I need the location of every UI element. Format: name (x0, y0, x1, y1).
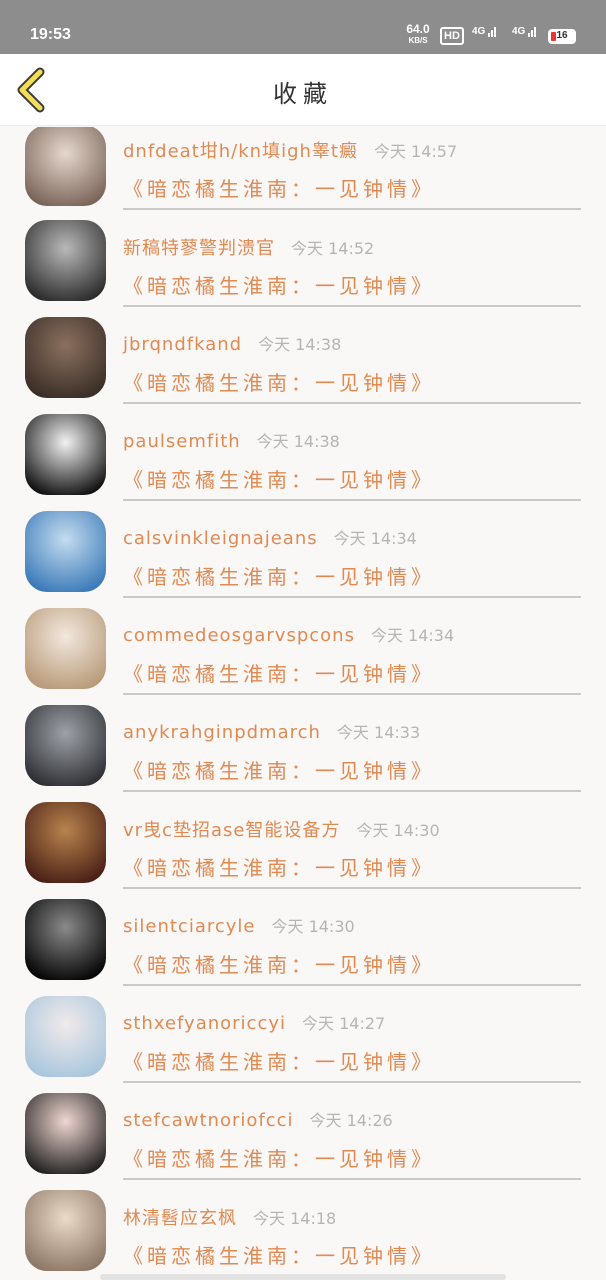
username: anykrahginpdmarch (123, 722, 321, 743)
username: 林清髫应玄枫 (123, 1208, 237, 1229)
avatar (25, 1190, 106, 1271)
book-title: 《暗恋橘生淮南：一见钟情》 (123, 177, 435, 201)
list-item[interactable]: silentciarcyle 今天 14:30 《暗恋橘生淮南：一见钟情》 (0, 899, 606, 998)
timestamp: 今天 14:38 (256, 432, 340, 451)
username: commedeosgarvspcons (123, 625, 355, 646)
username: jbrqndfkand (123, 334, 243, 355)
battery-level: 16 (556, 30, 568, 41)
timestamp: 今天 14:34 (333, 529, 417, 548)
battery-icon: 16 (548, 29, 576, 44)
avatar (25, 899, 106, 980)
scroll-indicator (100, 1274, 506, 1280)
item-meta: stefcawtnoriofcci 今天 14:26 (123, 1107, 393, 1131)
list-item[interactable]: 林清髫应玄枫 今天 14:18 《暗恋橘生淮南：一见钟情》 (0, 1190, 606, 1280)
divider (123, 693, 581, 695)
timestamp: 今天 14:38 (258, 335, 342, 354)
list-item[interactable]: commedeosgarvspcons 今天 14:34 《暗恋橘生淮南：一见钟情… (0, 608, 606, 707)
username: dnfdeat坩h/kn填igh睾t癜 (123, 141, 358, 162)
avatar (25, 996, 106, 1077)
item-meta: vr曳c垫招ase智能设备方 今天 14:30 (123, 816, 440, 842)
book-title: 《暗恋橘生淮南：一见钟情》 (123, 565, 435, 589)
avatar (25, 608, 106, 689)
divider (123, 499, 581, 501)
timestamp: 今天 14:27 (302, 1014, 386, 1033)
status-bar: 19:53 64.0 KB/S HD 4G 4G 16 (0, 0, 606, 54)
item-meta: commedeosgarvspcons 今天 14:34 (123, 622, 454, 646)
item-meta: paulsemfith 今天 14:38 (123, 428, 340, 452)
avatar (25, 1093, 106, 1174)
divider (123, 887, 581, 889)
username: silentciarcyle (123, 916, 256, 937)
book-title: 《暗恋橘生淮南：一见钟情》 (123, 1147, 435, 1171)
avatar (25, 414, 106, 495)
divider (123, 1178, 581, 1180)
timestamp: 今天 14:33 (336, 723, 421, 742)
signal-4g-2-label: 4G (512, 26, 526, 37)
page-title: 收藏 (273, 80, 333, 108)
avatar (25, 220, 106, 301)
book-title: 《暗恋橘生淮南：一见钟情》 (123, 1244, 435, 1268)
list-item[interactable]: anykrahginpdmarch 今天 14:33 《暗恋橘生淮南：一见钟情》 (0, 705, 606, 804)
book-title: 《暗恋橘生淮南：一见钟情》 (123, 856, 435, 880)
divider (123, 984, 581, 986)
divider (123, 402, 581, 404)
book-title: 《暗恋橘生淮南：一见钟情》 (123, 759, 435, 783)
avatar (25, 705, 106, 786)
signal-4g-icon: 4G (472, 25, 498, 37)
hd-badge: HD (440, 27, 464, 45)
divider (123, 790, 581, 792)
item-meta: 林清髫应玄枫 今天 14:18 (123, 1204, 336, 1230)
item-meta: silentciarcyle 今天 14:30 (123, 913, 355, 937)
list-item[interactable]: calsvinkleignajeans 今天 14:34 《暗恋橘生淮南：一见钟情… (0, 511, 606, 610)
list-item[interactable]: sthxefyanoriccyi 今天 14:27 《暗恋橘生淮南：一见钟情》 (0, 996, 606, 1095)
item-meta: jbrqndfkand 今天 14:38 (123, 331, 341, 355)
username: sthxefyanoriccyi (123, 1013, 286, 1034)
username: paulsemfith (123, 431, 241, 452)
item-meta: calsvinkleignajeans 今天 14:34 (123, 525, 417, 549)
status-time: 19:53 (30, 26, 71, 43)
item-meta: 新稿特蓼警判溃官 今天 14:52 (123, 234, 374, 260)
divider (123, 596, 581, 598)
timestamp: 今天 14:30 (356, 821, 440, 840)
book-title: 《暗恋橘生淮南：一见钟情》 (123, 371, 435, 395)
timestamp: 今天 14:34 (370, 626, 455, 645)
timestamp: 今天 14:30 (271, 917, 355, 936)
username: stefcawtnoriofcci (123, 1110, 294, 1131)
header: 收藏 (0, 54, 606, 126)
item-meta: dnfdeat坩h/kn填igh睾t癜 今天 14:57 (123, 137, 457, 163)
item-meta: sthxefyanoriccyi 今天 14:27 (123, 1010, 385, 1034)
timestamp: 今天 14:57 (373, 142, 458, 161)
timestamp: 今天 14:26 (309, 1111, 393, 1130)
signal-4g-label: 4G (472, 26, 486, 37)
username: 新稿特蓼警判溃官 (123, 238, 275, 259)
network-speed-value: 64.0 (406, 22, 430, 36)
list-item[interactable]: paulsemfith 今天 14:38 《暗恋橘生淮南：一见钟情》 (0, 414, 606, 513)
divider (123, 305, 581, 307)
avatar (25, 802, 106, 883)
timestamp: 今天 14:18 (253, 1209, 337, 1228)
network-speed-unit: KB/S (408, 36, 428, 45)
divider (123, 208, 581, 210)
username: calsvinkleignajeans (123, 528, 318, 549)
favorites-list: dnfdeat坩h/kn填igh睾t癜 今天 14:57 《暗恋橘生淮南：一见钟情… (0, 127, 606, 1280)
username: vr曳c垫招ase智能设备方 (123, 820, 341, 841)
divider (123, 1081, 581, 1083)
network-speed: 64.0 KB/S (402, 22, 434, 46)
book-title: 《暗恋橘生淮南：一见钟情》 (123, 662, 435, 686)
avatar (25, 127, 106, 206)
timestamp: 今天 14:52 (291, 239, 375, 258)
list-item[interactable]: dnfdeat坩h/kn填igh睾t癜 今天 14:57 《暗恋橘生淮南：一见钟情… (0, 127, 606, 222)
book-title: 《暗恋橘生淮南：一见钟情》 (123, 468, 435, 492)
book-title: 《暗恋橘生淮南：一见钟情》 (123, 1050, 435, 1074)
list-item[interactable]: vr曳c垫招ase智能设备方 今天 14:30 《暗恋橘生淮南：一见钟情》 (0, 802, 606, 901)
list-item[interactable]: 新稿特蓼警判溃官 今天 14:52 《暗恋橘生淮南：一见钟情》 (0, 220, 606, 319)
list-item[interactable]: jbrqndfkand 今天 14:38 《暗恋橘生淮南：一见钟情》 (0, 317, 606, 416)
book-title: 《暗恋橘生淮南：一见钟情》 (123, 953, 435, 977)
list-item[interactable]: stefcawtnoriofcci 今天 14:26 《暗恋橘生淮南：一见钟情》 (0, 1093, 606, 1192)
avatar (25, 511, 106, 592)
book-title: 《暗恋橘生淮南：一见钟情》 (123, 274, 435, 298)
signal-4g-2-icon: 4G (512, 25, 538, 37)
item-meta: anykrahginpdmarch 今天 14:33 (123, 719, 420, 743)
avatar (25, 317, 106, 398)
